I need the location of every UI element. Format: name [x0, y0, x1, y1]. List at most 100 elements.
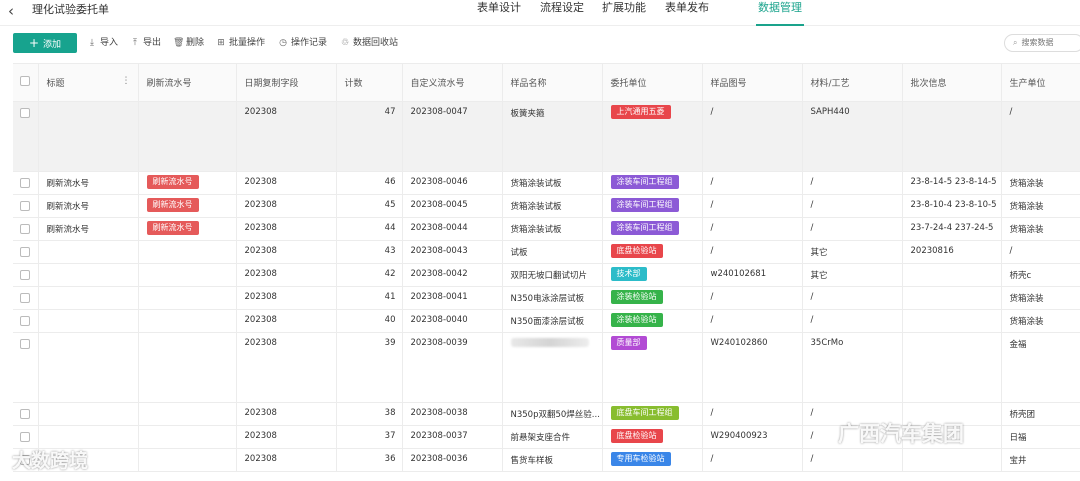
row-checkbox[interactable] [13, 240, 39, 264]
table-row[interactable]: 202308 38 202308-0038 N350p双翻50焊丝验... 底盘车间工程… [13, 402, 1080, 426]
cell-sample[interactable]: N350p双翻50焊丝验... [502, 402, 603, 426]
cell-date[interactable]: 202308 [236, 425, 337, 449]
cell-material[interactable]: / [802, 217, 903, 241]
cell-title[interactable] [38, 425, 139, 449]
cell-count[interactable]: 47 [336, 101, 403, 172]
cell-producer[interactable]: / [1001, 101, 1080, 172]
search-input[interactable] [1021, 38, 1066, 47]
cell-refresh[interactable] [138, 448, 237, 472]
cell-batch[interactable]: 23-8-10-4 23-8-10-5 [902, 194, 1002, 218]
back-arrow-icon[interactable]: ‹ [8, 2, 22, 20]
table-row[interactable]: 202308 47 202308-0047 板簧夹箍 上汽通用五菱 / SAPH440 / [13, 101, 1080, 172]
cell-title[interactable] [38, 240, 139, 264]
cell-count[interactable]: 45 [336, 194, 403, 218]
tab-extensions[interactable]: 扩展功能 [602, 0, 646, 26]
cell-producer[interactable]: 货箱涂装 [1001, 171, 1080, 195]
cell-drawing[interactable]: / [702, 194, 803, 218]
cell-serial[interactable]: 202308-0045 [402, 194, 503, 218]
cell-drawing[interactable]: / [702, 217, 803, 241]
cell-title[interactable] [38, 448, 139, 472]
cell-sample[interactable]: 货箱涂装试板 [502, 194, 603, 218]
cell-unit[interactable]: 底盘检验站 [602, 425, 703, 449]
cell-refresh[interactable] [138, 332, 237, 403]
cell-drawing[interactable]: / [702, 402, 803, 426]
cell-count[interactable]: 41 [336, 286, 403, 310]
cell-title[interactable] [38, 263, 139, 287]
cell-unit[interactable]: 涂装车间工程组 [602, 171, 703, 195]
tab-publish[interactable]: 表单发布 [665, 0, 709, 26]
cell-material[interactable]: 35CrMo [802, 332, 903, 403]
cell-sample[interactable]: N350面漆涂层试板 [502, 309, 603, 333]
cell-serial[interactable]: 202308-0036 [402, 448, 503, 472]
cell-serial[interactable]: 202308-0041 [402, 286, 503, 310]
cell-serial[interactable]: 202308-0038 [402, 402, 503, 426]
cell-unit[interactable]: 涂装车间工程组 [602, 217, 703, 241]
cell-sample[interactable] [502, 332, 603, 403]
cell-material[interactable]: / [802, 309, 903, 333]
cell-serial[interactable]: 202308-0037 [402, 425, 503, 449]
cell-refresh[interactable]: 刷新流水号 [138, 217, 237, 241]
cell-drawing[interactable]: / [702, 286, 803, 310]
table-row[interactable]: 202308 36 202308-0036 售货车样板 专用车检验站 / / 宝井 [13, 448, 1080, 472]
cell-drawing[interactable]: / [702, 101, 803, 172]
select-all-checkbox[interactable] [13, 63, 39, 102]
cell-sample[interactable]: 货箱涂装试板 [502, 217, 603, 241]
recycle-bin-button[interactable]: ♲ 数据回收站 [340, 33, 398, 53]
operation-log-button[interactable]: ◷ 操作记录 [278, 33, 327, 53]
row-checkbox[interactable] [13, 171, 39, 195]
cell-unit[interactable]: 技术部 [602, 263, 703, 287]
cell-material[interactable]: / [802, 402, 903, 426]
cell-material[interactable]: 其它 [802, 263, 903, 287]
cell-count[interactable]: 43 [336, 240, 403, 264]
cell-serial[interactable]: 202308-0040 [402, 309, 503, 333]
column-header[interactable]: 样品名称 [502, 63, 603, 102]
cell-producer[interactable]: 桥壳团 [1001, 402, 1080, 426]
cell-refresh[interactable]: 刷新流水号 [138, 194, 237, 218]
cell-count[interactable]: 39 [336, 332, 403, 403]
row-checkbox[interactable] [13, 217, 39, 241]
import-button[interactable]: ⤓ 导入 [87, 33, 118, 53]
table-row[interactable]: 刷新流水号 刷新流水号 202308 44 202308-0044 货箱涂装试板 涂装车间工… [13, 217, 1080, 241]
delete-button[interactable]: 🗑 删除 [173, 33, 204, 53]
column-menu-icon[interactable]: ⋮ [122, 76, 131, 86]
table-row[interactable]: 刷新流水号 刷新流水号 202308 46 202308-0046 货箱涂装试板 涂装车间工… [13, 171, 1080, 195]
column-header[interactable]: 自定义流水号 [402, 63, 503, 102]
cell-count[interactable]: 42 [336, 263, 403, 287]
cell-batch[interactable] [902, 332, 1002, 403]
cell-title[interactable] [38, 101, 139, 172]
cell-producer[interactable]: 金福 [1001, 332, 1080, 403]
tab-workflow[interactable]: 流程设定 [540, 0, 584, 26]
cell-unit[interactable]: 质量部 [602, 332, 703, 403]
cell-producer[interactable]: / [1001, 240, 1080, 264]
column-header[interactable]: 委托单位 [602, 63, 703, 102]
table-row[interactable]: 202308 39 202308-0039 质量部 W240102860 35CrMo 金福 [13, 332, 1080, 403]
cell-count[interactable]: 37 [336, 425, 403, 449]
cell-batch[interactable]: 23-7-24-4 237-24-5 [902, 217, 1002, 241]
cell-sample[interactable]: 板簧夹箍 [502, 101, 603, 172]
column-header[interactable]: 计数 [336, 63, 403, 102]
cell-sample[interactable]: 试板 [502, 240, 603, 264]
cell-refresh[interactable] [138, 309, 237, 333]
cell-drawing[interactable]: / [702, 171, 803, 195]
cell-serial[interactable]: 202308-0047 [402, 101, 503, 172]
row-checkbox[interactable] [13, 425, 39, 449]
cell-sample[interactable]: 双阳无坡口翻试切片 [502, 263, 603, 287]
cell-refresh[interactable] [138, 101, 237, 172]
cell-drawing[interactable]: W240102860 [702, 332, 803, 403]
cell-count[interactable]: 38 [336, 402, 403, 426]
cell-date[interactable]: 202308 [236, 448, 337, 472]
cell-title[interactable]: 刷新流水号 [38, 194, 139, 218]
cell-title[interactable]: 刷新流水号 [38, 171, 139, 195]
table-row[interactable]: 202308 42 202308-0042 双阳无坡口翻试切片 技术部 w24010268… [13, 263, 1080, 287]
cell-material[interactable]: / [802, 448, 903, 472]
cell-date[interactable]: 202308 [236, 101, 337, 172]
table-row[interactable]: 202308 37 202308-0037 前悬架支座合件 底盘检验站 W29040092… [13, 425, 1080, 449]
cell-producer[interactable]: 桥壳c [1001, 263, 1080, 287]
column-header[interactable]: 材料/工艺 [802, 63, 903, 102]
cell-material[interactable]: / [802, 286, 903, 310]
cell-batch[interactable] [902, 263, 1002, 287]
column-header[interactable]: 刷新流水号 [138, 63, 237, 102]
cell-batch[interactable] [902, 448, 1002, 472]
batch-operation-button[interactable]: ⊞ 批量操作 [216, 33, 265, 53]
column-header[interactable]: 标题 ⋮ [38, 63, 139, 102]
